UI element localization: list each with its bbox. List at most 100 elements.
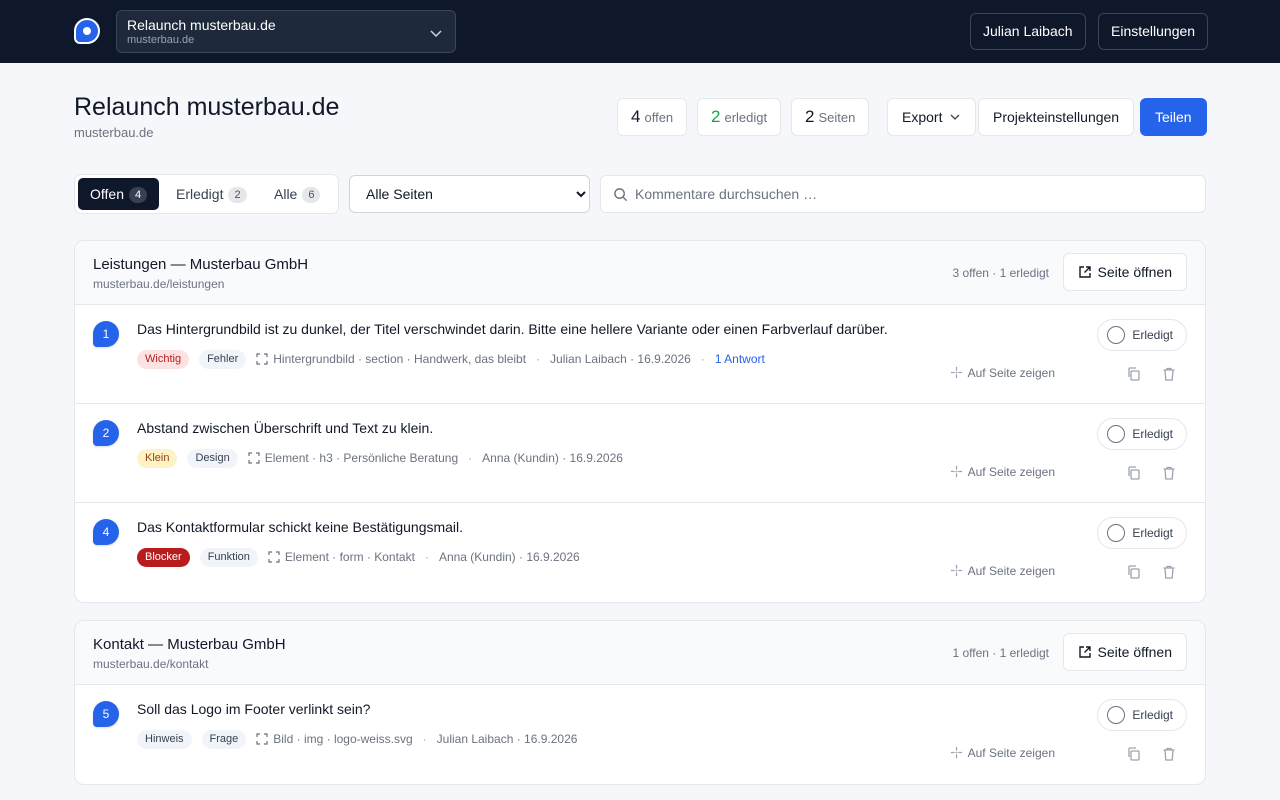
open-page-label: Seite öffnen xyxy=(1097,644,1172,660)
top-bar: Relaunch musterbau.de musterbau.de Julia… xyxy=(0,0,1280,63)
comment-number-pin[interactable]: 2 xyxy=(93,420,119,446)
stat-open-label: offen xyxy=(644,110,674,125)
trash-icon[interactable] xyxy=(1161,465,1177,481)
comment-target: Element · form · Kontakt xyxy=(268,550,415,564)
replies-link[interactable]: 1 Antwort xyxy=(715,352,765,366)
user-button[interactable]: Julian Laibach xyxy=(970,13,1086,50)
show-on-page-label: Auf Seite zeigen xyxy=(967,564,1055,578)
settings-button[interactable]: Einstellungen xyxy=(1098,13,1209,50)
copy-icon[interactable] xyxy=(1126,366,1142,382)
comment-meta: Hinweis Frage Bild · img · logo-weiss.sv… xyxy=(137,729,577,749)
comment-number-pin[interactable]: 4 xyxy=(93,519,119,545)
tab-open[interactable]: Offen 4 xyxy=(78,178,160,210)
search-input[interactable] xyxy=(635,176,1195,212)
comment-meta: Wichtig Fehler Hintergrundbild · section… xyxy=(137,349,765,369)
page-group-header: Leistungen — Musterbau GmbH musterbau.de… xyxy=(75,241,1205,305)
show-on-page-label: Auf Seite zeigen xyxy=(967,746,1055,760)
category-badge: Frage xyxy=(201,729,247,749)
page-group-header: Kontakt — Musterbau GmbH musterbau.de/ko… xyxy=(75,621,1205,685)
external-link-icon xyxy=(1078,646,1091,658)
comment-author: Julian Laibach · 16.9.2026 xyxy=(436,732,578,746)
comment-item: 4 Das Kontaktformular schickt keine Best… xyxy=(75,503,1205,602)
copy-icon[interactable] xyxy=(1126,746,1142,762)
tab-done-label: Erledigt xyxy=(176,186,224,202)
mark-done-label: Erledigt xyxy=(1132,526,1173,540)
meta-separator: · xyxy=(422,732,427,746)
mark-done-button[interactable]: Erledigt xyxy=(1097,418,1187,450)
mark-done-button[interactable]: Erledigt xyxy=(1097,319,1187,351)
tab-all[interactable]: Alle 6 xyxy=(262,178,332,210)
priority-badge: Wichtig xyxy=(137,349,190,369)
crosshair-icon xyxy=(950,746,962,759)
meta-separator: · xyxy=(424,550,429,564)
show-on-page-button[interactable]: Auf Seite zeigen xyxy=(950,465,1055,479)
show-on-page-button[interactable]: Auf Seite zeigen xyxy=(950,564,1055,578)
comment-item: 5 Soll das Logo im Footer verlinkt sein?… xyxy=(75,685,1205,784)
comment-text: Abstand zwischen Überschrift und Text zu… xyxy=(137,420,434,436)
target-icon xyxy=(268,551,280,563)
page-group: Kontakt — Musterbau GmbH musterbau.de/ko… xyxy=(74,620,1206,785)
meta-separator: · xyxy=(536,352,541,366)
category-badge: Funktion xyxy=(199,547,258,567)
chevron-down-icon xyxy=(950,114,960,120)
target-icon xyxy=(256,733,268,745)
trash-icon[interactable] xyxy=(1161,366,1177,382)
priority-badge: Hinweis xyxy=(137,729,192,749)
trash-icon[interactable] xyxy=(1161,564,1177,580)
mark-done-label: Erledigt xyxy=(1132,427,1173,441)
comment-text: Das Hintergrundbild ist zu dunkel, der T… xyxy=(137,321,888,337)
status-tabs: Offen 4 Erledigt 2 Alle 6 xyxy=(74,174,339,214)
project-settings-button[interactable]: Projekteinstellungen xyxy=(978,98,1135,136)
comment-meta: Blocker Funktion Element · form · Kontak… xyxy=(137,547,580,567)
category-badge: Fehler xyxy=(199,349,247,369)
stat-done-label: erledigt xyxy=(724,110,768,125)
page-filter-select[interactable]: Alle Seiten xyxy=(349,175,590,213)
comment-target-text: Element · form · Kontakt xyxy=(284,550,415,564)
mark-done-label: Erledigt xyxy=(1132,328,1173,342)
comment-target: Hintergrundbild · section · Handwerk, da… xyxy=(256,352,526,366)
share-button[interactable]: Teilen xyxy=(1140,98,1207,136)
stat-pages-count: 2 xyxy=(805,107,815,126)
comment-target-text: Element · h3 · Persönliche Beratung xyxy=(264,451,459,465)
meta-separator: · xyxy=(468,451,473,465)
show-on-page-button[interactable]: Auf Seite zeigen xyxy=(950,746,1055,760)
circle-check-icon xyxy=(1107,524,1126,542)
page-group-counts: 1 offen · 1 erledigt xyxy=(952,646,1049,660)
page-group-counts: 3 offen · 1 erledigt xyxy=(952,266,1049,280)
external-link-icon xyxy=(1078,266,1091,278)
tab-done[interactable]: Erledigt 2 xyxy=(164,178,259,210)
show-on-page-label: Auf Seite zeigen xyxy=(967,465,1055,479)
page-subtitle: musterbau.de xyxy=(74,125,154,140)
copy-icon[interactable] xyxy=(1126,465,1142,481)
tab-done-count: 2 xyxy=(228,187,247,203)
stat-done: 2 erledigt xyxy=(697,98,782,136)
tab-all-count: 6 xyxy=(302,187,321,203)
app-logo-icon[interactable] xyxy=(74,18,100,44)
project-switcher[interactable]: Relaunch musterbau.de musterbau.de xyxy=(116,10,456,53)
comment-number-pin[interactable]: 1 xyxy=(93,321,119,347)
mark-done-button[interactable]: Erledigt xyxy=(1097,517,1187,549)
copy-icon[interactable] xyxy=(1126,564,1142,580)
category-badge: Design xyxy=(187,448,238,468)
page-group: Leistungen — Musterbau GmbH musterbau.de… xyxy=(74,240,1206,603)
mark-done-button[interactable]: Erledigt xyxy=(1097,699,1187,731)
open-page-button[interactable]: Seite öffnen xyxy=(1062,253,1187,291)
crosshair-icon xyxy=(950,564,962,577)
target-icon xyxy=(256,353,268,365)
crosshair-icon xyxy=(950,465,962,478)
comment-target: Element · h3 · Persönliche Beratung xyxy=(248,451,458,465)
export-button[interactable]: Export xyxy=(887,98,977,136)
comment-author: Anna (Kundin) · 16.9.2026 xyxy=(482,451,623,465)
priority-badge: Blocker xyxy=(137,547,190,567)
comment-target: Bild · img · logo-weiss.svg xyxy=(256,732,413,746)
export-button-label: Export xyxy=(902,109,943,125)
project-switcher-domain: musterbau.de xyxy=(127,34,195,46)
comment-number-pin[interactable]: 5 xyxy=(93,701,119,727)
show-on-page-button[interactable]: Auf Seite zeigen xyxy=(950,366,1055,380)
circle-check-icon xyxy=(1107,706,1126,724)
page-title: Relaunch musterbau.de xyxy=(74,93,340,121)
page-group-url: musterbau.de/kontakt xyxy=(93,657,209,671)
stat-done-count: 2 xyxy=(711,107,721,126)
trash-icon[interactable] xyxy=(1161,746,1177,762)
open-page-button[interactable]: Seite öffnen xyxy=(1062,633,1187,671)
